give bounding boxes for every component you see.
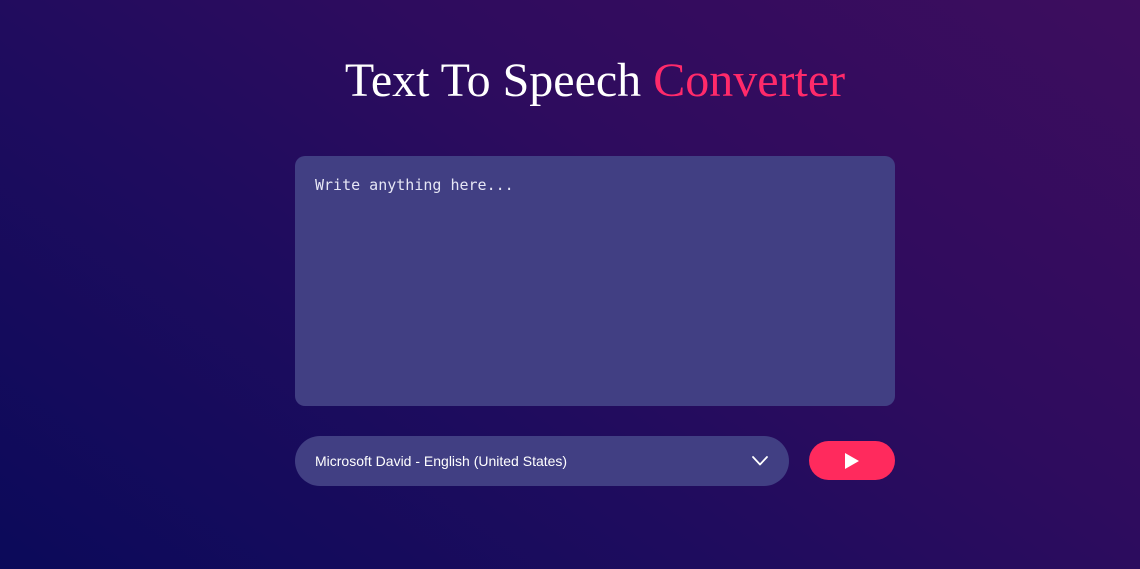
title-accent: Converter	[653, 54, 846, 107]
play-icon	[844, 452, 860, 470]
title-main: Text To Speech	[344, 54, 642, 107]
chevron-down-icon	[751, 452, 769, 470]
voice-select[interactable]: Microsoft David - English (United States…	[295, 436, 789, 486]
page-title: Text To Speech Converter	[0, 52, 1140, 110]
text-input[interactable]	[295, 156, 895, 406]
voice-select-value: Microsoft David - English (United States…	[315, 453, 568, 469]
play-button[interactable]	[809, 441, 895, 480]
